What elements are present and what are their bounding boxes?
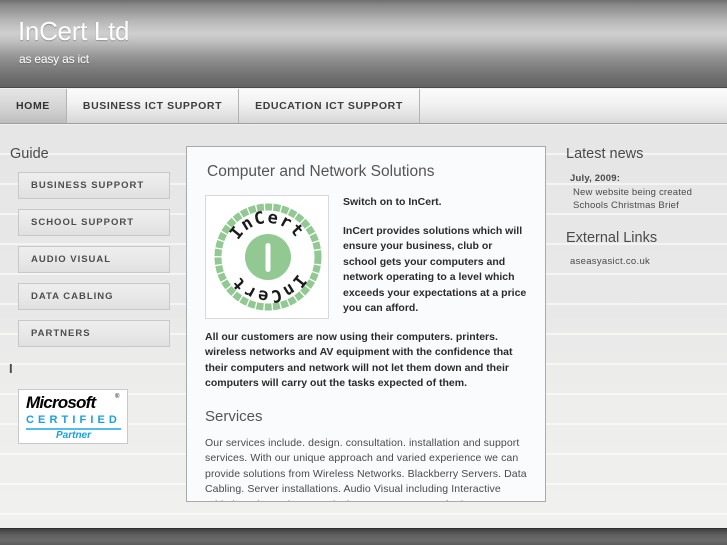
microsoft-certified-partner-badge: Microsoft ® CERTIFIED Partner — [18, 389, 128, 444]
news-date: July, 2009: — [570, 173, 621, 184]
nav-tab-education-ict-support[interactable]: EDUCATION ICT SUPPORT — [239, 89, 420, 123]
left-sidebar: Guide BUSINESS SUPPORT SCHOOL SUPPORT AU… — [0, 128, 185, 444]
page-root: InCert Ltd as easy as ict HOME BUSINESS … — [0, 0, 727, 545]
sidebar-item-audio-visual[interactable]: AUDIO VISUAL — [18, 246, 170, 273]
right-sidebar: Latest news July, 2009: New website bein… — [556, 128, 727, 267]
site-title: InCert Ltd — [18, 16, 130, 46]
sidebar-text-marker: I — [9, 361, 13, 376]
guide-heading: Guide — [10, 146, 49, 162]
site-tagline: as easy as ict — [19, 52, 89, 66]
incert-logo-frame: InCert InCert — [205, 195, 329, 319]
sidebar-item-partners[interactable]: PARTNERS — [18, 320, 170, 347]
latest-news-heading: Latest news — [566, 146, 644, 162]
microsoft-wordmark: Microsoft — [26, 393, 96, 412]
page-title: Computer and Network Solutions — [207, 163, 435, 180]
incert-stamp-icon: InCert InCert — [214, 203, 322, 311]
site-footer — [0, 528, 727, 545]
sidebar-item-school-support[interactable]: SCHOOL SUPPORT — [18, 209, 170, 236]
certified-label: CERTIFIED — [26, 414, 121, 426]
main-content-panel: Computer and Network Solutions InCert In… — [186, 146, 546, 502]
sidebar-item-business-support[interactable]: BUSINESS SUPPORT — [18, 172, 170, 199]
main-navigation: HOME BUSINESS ICT SUPPORT EDUCATION ICT … — [0, 89, 727, 124]
registered-trademark-icon: ® — [115, 394, 120, 400]
external-links-heading: External Links — [566, 230, 658, 246]
sidebar-item-data-cabling[interactable]: DATA CABLING — [18, 283, 170, 310]
nav-tab-home[interactable]: HOME — [0, 89, 67, 123]
news-item: Schools Christmas Brief — [573, 200, 679, 211]
partner-label: Partner — [56, 430, 92, 441]
news-item: New website being created — [573, 187, 693, 198]
services-paragraph: Our services include. design. consultati… — [205, 436, 527, 502]
external-link-aseasyasict[interactable]: aseasyasict.co.uk — [570, 256, 727, 267]
nav-tab-business-ict-support[interactable]: BUSINESS ICT SUPPORT — [66, 89, 240, 123]
site-header: InCert Ltd as easy as ict — [0, 0, 727, 88]
intro-paragraph-3: All our customers are now using their co… — [205, 330, 513, 390]
services-heading: Services — [205, 407, 263, 425]
news-list: July, 2009: New website being created Sc… — [570, 172, 727, 212]
nav-filler — [419, 89, 727, 123]
